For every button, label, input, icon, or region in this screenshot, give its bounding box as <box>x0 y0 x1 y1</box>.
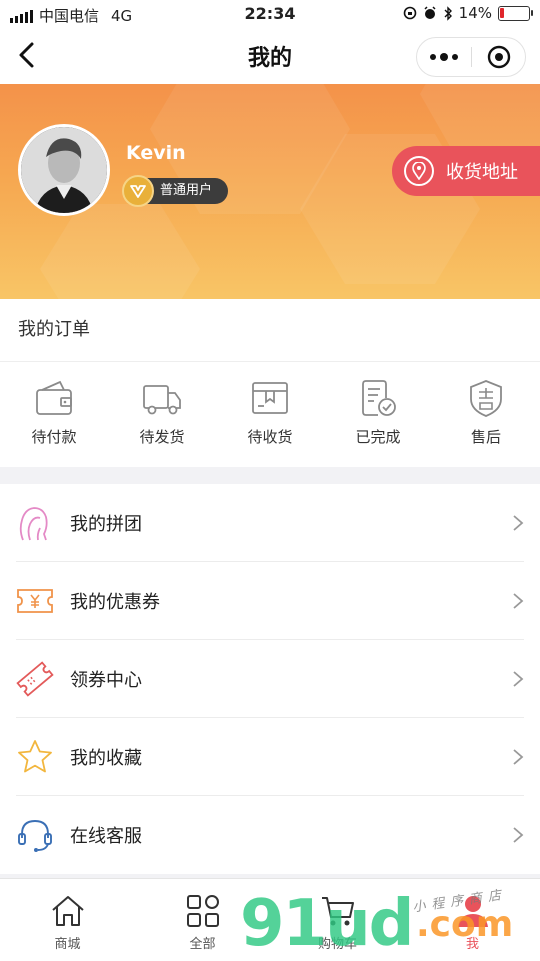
mini-program-capsule <box>416 37 526 77</box>
menu-item-label: 在线客服 <box>70 826 142 847</box>
order-after-sales[interactable]: 售后 <box>432 362 540 467</box>
order-item-label: 待发货 <box>139 428 185 446</box>
cart-icon <box>321 897 354 926</box>
address-button[interactable]: 收货地址 <box>392 146 540 196</box>
order-completed[interactable]: 已完成 <box>324 362 432 467</box>
order-item-label: 待收货 <box>247 428 293 446</box>
home-icon <box>51 896 84 926</box>
wallet-icon <box>36 380 72 415</box>
tab-cart[interactable]: 购物车 <box>270 879 405 961</box>
chevron-right-icon <box>513 593 524 609</box>
status-bar: 中国电信 4G 22:34 14% <box>0 0 540 28</box>
completed-icon <box>362 380 396 416</box>
tab-label: 商城 <box>54 937 81 952</box>
rotation-lock-icon <box>403 6 416 20</box>
package-icon <box>252 382 288 414</box>
alarm-icon <box>424 6 436 19</box>
menu-item-coupon-center[interactable]: 领券中心 <box>0 640 540 718</box>
orders-section: 我的订单 待付款 待发货 待收货 已完成 售后 <box>0 299 540 467</box>
member-level-label: 普通用户 <box>160 183 213 198</box>
nav-bar: 我的 <box>0 28 540 84</box>
grid-icon <box>186 895 219 927</box>
chevron-right-icon <box>513 515 524 531</box>
order-pending-receipt[interactable]: 待收货 <box>216 362 324 467</box>
tab-label: 购物车 <box>317 937 357 952</box>
address-button-label: 收货地址 <box>446 162 518 183</box>
bluetooth-icon <box>444 5 452 21</box>
battery-icon <box>498 5 533 21</box>
menu-list: 我的拼团 我的优惠券 领券中心 我的收藏 在线客服 <box>0 484 540 874</box>
member-level-badge: 普通用户 <box>122 175 228 207</box>
tab-all[interactable]: 全部 <box>135 879 270 961</box>
tab-mall[interactable]: 商城 <box>0 879 135 961</box>
tab-me[interactable]: 我 <box>405 879 540 961</box>
menu-item-favorites[interactable]: 我的收藏 <box>0 718 540 796</box>
truck-icon <box>143 385 181 415</box>
order-item-label: 待付款 <box>31 428 77 446</box>
profile-banner: Kevin 普通用户 收货地址 <box>0 84 540 299</box>
menu-item-coupons[interactable]: 我的优惠券 <box>0 562 540 640</box>
username: Kevin <box>126 142 186 164</box>
avatar[interactable] <box>18 124 110 216</box>
battery-fill <box>500 7 504 18</box>
tab-label: 我 <box>465 937 479 952</box>
member-level-icon <box>122 175 154 207</box>
orders-title[interactable]: 我的订单 <box>0 299 540 362</box>
order-pending-payment[interactable]: 待付款 <box>0 362 108 467</box>
order-item-label: 售后 <box>470 428 501 446</box>
tab-label: 全部 <box>189 937 216 952</box>
menu-item-label: 我的优惠券 <box>70 592 160 613</box>
banner-decoration <box>40 204 200 299</box>
group-buy-icon <box>19 507 48 541</box>
tab-bar: 商城 全部 购物车 我 <box>0 878 540 961</box>
close-target-icon[interactable] <box>472 38 525 76</box>
location-pin-icon <box>404 156 434 186</box>
after-sales-shield-icon <box>470 380 502 417</box>
more-menu-icon[interactable] <box>417 38 471 76</box>
chevron-right-icon <box>513 749 524 765</box>
menu-item-label: 领券中心 <box>70 670 142 691</box>
order-pending-shipment[interactable]: 待发货 <box>108 362 216 467</box>
chevron-right-icon <box>513 827 524 843</box>
ticket-icon <box>16 661 54 697</box>
chevron-right-icon <box>513 671 524 687</box>
headset-icon <box>18 820 52 852</box>
user-icon <box>457 896 488 927</box>
menu-item-group-buy[interactable]: 我的拼团 <box>0 484 540 562</box>
coupon-icon <box>17 589 53 613</box>
menu-item-label: 我的收藏 <box>70 748 142 769</box>
battery-percent: 14% <box>458 4 492 22</box>
star-icon <box>18 740 52 773</box>
order-item-label: 已完成 <box>355 428 401 446</box>
menu-item-label: 我的拼团 <box>70 514 142 535</box>
menu-item-customer-service[interactable]: 在线客服 <box>0 796 540 874</box>
